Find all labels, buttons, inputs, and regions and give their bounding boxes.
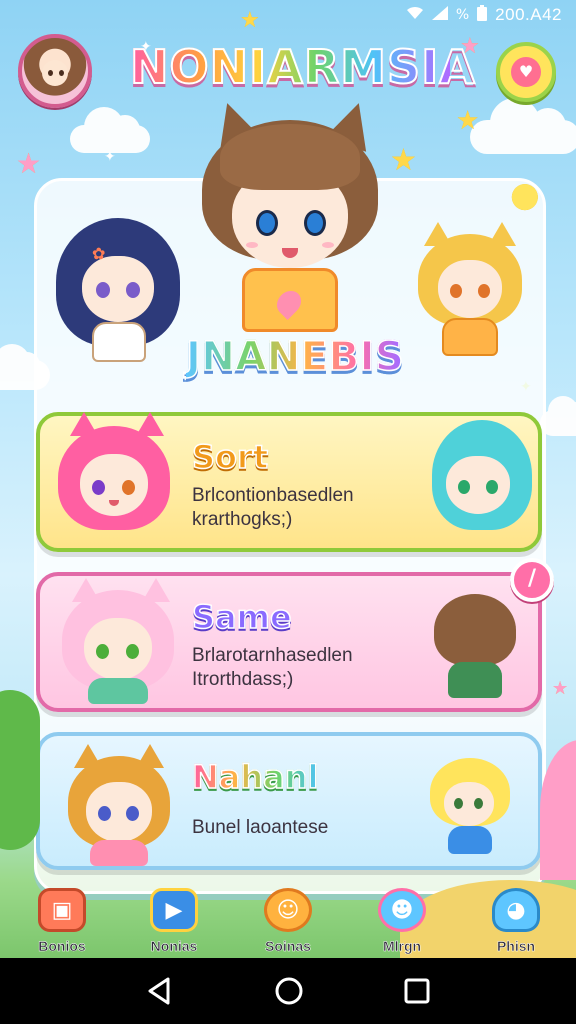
character-eye: [486, 480, 498, 494]
character-eye: [478, 284, 490, 298]
status-bar: % 200.A42: [0, 0, 576, 30]
app-screen: ★ ★ ★ ★ ★ ★ ★ ✦ ✦ ✦ % 200.A42 NONIARMSIA…: [0, 0, 576, 958]
character-eye: [96, 644, 109, 659]
sparkle-icon: ✦: [104, 149, 116, 165]
side-character-left[interactable]: ✿: [56, 218, 180, 368]
card-title: Sort: [191, 437, 269, 477]
pet-icon: ◕: [492, 888, 540, 932]
back-button[interactable]: [142, 974, 176, 1008]
board-icon: ▣: [38, 888, 86, 932]
star-icon: ★: [16, 147, 42, 180]
character-eye: [450, 284, 462, 298]
card-character: [430, 590, 520, 704]
card-character: [58, 574, 178, 708]
profile-avatar[interactable]: [18, 34, 92, 108]
character-shirt: [442, 318, 498, 356]
featured-character[interactable]: [202, 96, 380, 348]
signal-icon: [431, 6, 448, 24]
character-face: [446, 456, 510, 514]
character-shirt: [92, 322, 146, 362]
side-character-right[interactable]: [418, 222, 522, 362]
status-time: 200.A42: [495, 5, 562, 24]
bottom-nav: ▣ Bonios ▶ Nonias ☺ Soinas ☻ Mlrgn ◕ Phi…: [0, 884, 576, 958]
nav-item-mlrgn[interactable]: ☻ Mlrgn: [364, 884, 440, 958]
character-bangs: [220, 124, 360, 190]
card-description: Brlarotarnhasedlen Itrorthdass;): [192, 645, 353, 690]
character-face: [438, 260, 502, 318]
recent-apps-button[interactable]: [400, 974, 434, 1008]
status-icons: % 200.A42: [406, 5, 562, 25]
character-hair: [434, 594, 516, 666]
character-icon: ☺: [264, 888, 312, 932]
cloud-decoration: [470, 98, 576, 154]
character-shirt: [88, 678, 148, 704]
battery-icon: [477, 5, 488, 25]
character-face: [86, 782, 152, 842]
tree-decoration: [0, 690, 40, 850]
flower-icon: ✿: [92, 244, 106, 263]
character-shirt: [448, 662, 502, 698]
avatar-eye: [48, 70, 53, 76]
character-eye: [96, 282, 110, 298]
nav-label: Nonias: [150, 938, 198, 955]
heart-icon: ♥: [511, 57, 541, 87]
avatar-eye: [59, 70, 64, 76]
mode-card-nahanl[interactable]: Nahanl Bunel laoantese: [36, 732, 542, 870]
character-eye: [126, 644, 139, 659]
nav-label: Phisn: [496, 938, 536, 955]
play-icon: ▶: [150, 888, 198, 932]
app-title: NONIARMSIA: [129, 39, 476, 95]
pencil-icon: /: [527, 566, 537, 591]
chick-icon: ●: [510, 175, 540, 215]
character-eye: [122, 480, 135, 495]
star-icon: ★: [552, 678, 569, 699]
character-shirt: [448, 826, 492, 854]
character-eye: [126, 282, 140, 298]
nav-label: Mlrgn: [382, 938, 422, 955]
blush: [322, 242, 334, 248]
character-face: [80, 454, 148, 516]
star-icon: ★: [456, 106, 480, 136]
card-character: [64, 740, 174, 868]
character-eye: [474, 798, 483, 809]
home-button[interactable]: [272, 974, 306, 1008]
card-character: [54, 406, 174, 546]
card-character: [428, 756, 512, 860]
character-shirt: [90, 840, 148, 866]
character-face: [444, 782, 494, 826]
nav-label: Bonios: [38, 938, 86, 955]
character-eye: [454, 798, 463, 809]
card-title: Nahanl: [191, 757, 319, 797]
nav-item-nonias[interactable]: ▶ Nonias: [136, 884, 212, 958]
character-eye: [98, 806, 111, 821]
featured-character-name: JNANEBIS: [185, 333, 405, 381]
wifi-icon: [406, 6, 424, 24]
character-eye: [458, 480, 470, 494]
card-description: Bunel laoantese: [192, 817, 329, 838]
character-eye: [304, 210, 326, 236]
character-eye: [126, 806, 139, 821]
star-icon: ★: [390, 143, 417, 178]
battery-percent: %: [455, 7, 470, 23]
nav-item-bonios[interactable]: ▣ Bonios: [24, 884, 100, 958]
card-title: Same: [191, 597, 292, 637]
nav-item-phisn[interactable]: ◕ Phisn: [478, 884, 554, 958]
avatar-face: [42, 60, 68, 86]
edit-badge-button[interactable]: /: [510, 558, 554, 602]
system-nav-bar: [0, 958, 576, 1024]
card-description: Brlcontionbasedlen krarthogks;): [192, 485, 354, 530]
mode-card-same[interactable]: Same Brlarotarnhasedlen Itrorthdass;) /: [36, 558, 554, 712]
character-eye: [256, 210, 278, 236]
character-eye: [92, 480, 105, 495]
character-face: [82, 256, 154, 322]
card-character: [424, 414, 534, 548]
nav-item-soinas[interactable]: ☺ Soinas: [250, 884, 326, 958]
blush: [246, 242, 258, 248]
monster-icon: ☻: [378, 888, 426, 932]
nav-label: Soinas: [265, 938, 311, 955]
settings-button[interactable]: ♥: [496, 42, 556, 102]
mode-card-sort[interactable]: Sort Brlcontionbasedlen krarthogks;): [36, 412, 542, 552]
character-face: [84, 618, 152, 680]
